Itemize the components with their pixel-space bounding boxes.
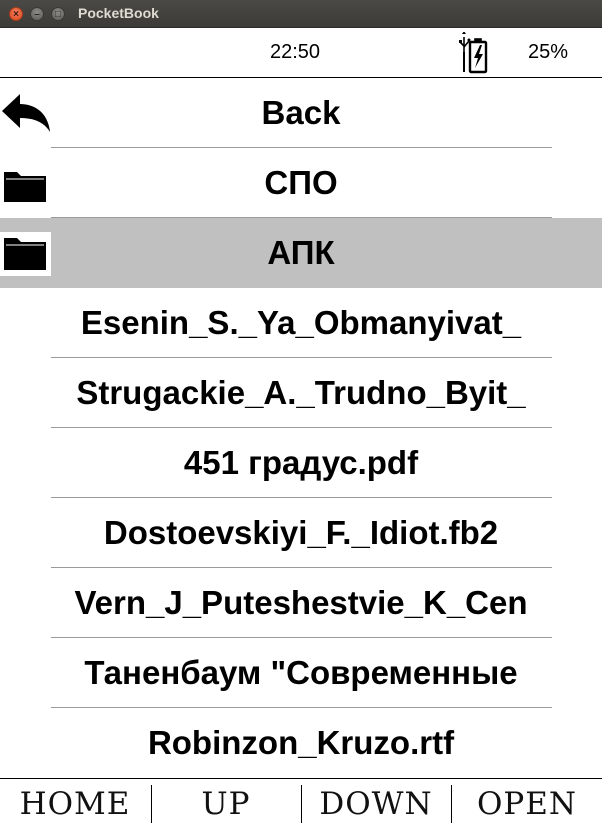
file-list: Back СПО АПК Esenin_S._Ya_Obmanyivat_ St… xyxy=(0,78,602,778)
softkey-bar: HOME UP DOWN OPEN xyxy=(0,778,602,829)
status-bar: 22:50 25% xyxy=(0,28,602,78)
usb-charging-battery-icon xyxy=(459,32,488,74)
clock: 22:50 xyxy=(270,41,321,63)
list-item-folder-selected[interactable]: АПК xyxy=(0,218,602,288)
list-item-label: СПО xyxy=(264,164,338,201)
list-item-file[interactable]: Esenin_S._Ya_Obmanyivat_ xyxy=(0,288,602,358)
down-button[interactable]: DOWN xyxy=(302,779,450,829)
list-item-file[interactable]: Vern_J_Puteshestvie_K_Cen xyxy=(0,568,602,638)
list-item-file[interactable]: Robinzon_Kruzo.rtf xyxy=(0,708,602,778)
open-button[interactable]: OPEN xyxy=(452,779,602,829)
window-title: PocketBook xyxy=(78,5,159,21)
list-item-label: 451 градус.pdf xyxy=(183,444,419,481)
list-item-label: Vern_J_Puteshestvie_K_Cen xyxy=(74,584,528,621)
list-item-file[interactable]: Strugackie_A._Trudno_Byit_ xyxy=(0,358,602,428)
battery-percentage: 25% xyxy=(528,41,569,63)
window-maximize-button[interactable]: □ xyxy=(51,7,65,21)
list-item-folder[interactable]: СПО xyxy=(0,148,602,218)
home-button[interactable]: HOME xyxy=(0,779,150,829)
window-minimize-button[interactable]: – xyxy=(30,7,44,21)
window-close-button[interactable]: × xyxy=(9,7,23,21)
list-item-label: Esenin_S._Ya_Obmanyivat_ xyxy=(80,304,522,341)
list-item-file[interactable]: 451 градус.pdf xyxy=(0,428,602,498)
list-item-label: АПК xyxy=(267,234,335,271)
list-item-file[interactable]: Dostoevskiyi_F._Idiot.fb2 xyxy=(0,498,602,568)
list-item-label: Back xyxy=(261,94,341,131)
list-item-back[interactable]: Back xyxy=(0,78,602,148)
list-item-label: Strugackie_A._Trudno_Byit_ xyxy=(76,374,526,411)
window-titlebar: × – □ PocketBook xyxy=(0,0,602,28)
list-item-file[interactable]: Таненбаум "Современные xyxy=(0,638,602,708)
list-item-label: Robinzon_Kruzo.rtf xyxy=(147,724,455,761)
list-item-label: Таненбаум "Современные xyxy=(84,654,518,691)
list-item-label: Dostoevskiyi_F._Idiot.fb2 xyxy=(103,514,499,551)
up-button[interactable]: UP xyxy=(152,779,300,829)
